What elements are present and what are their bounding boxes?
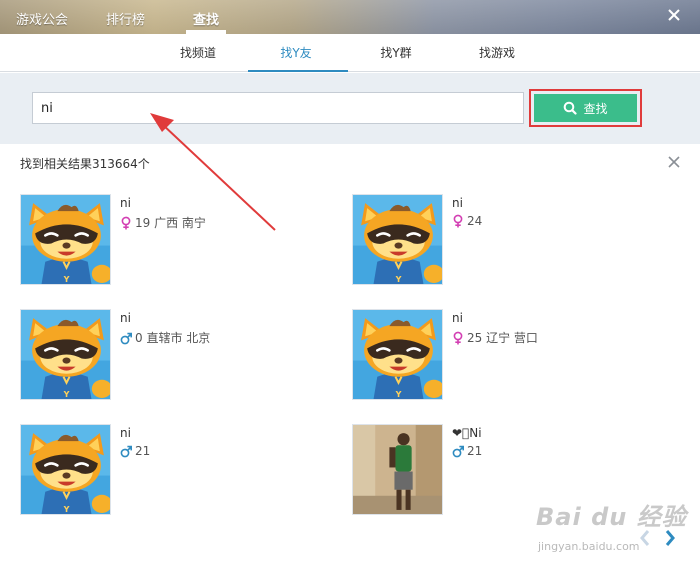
clear-results-icon[interactable]: [667, 155, 681, 169]
male-icon: [452, 444, 464, 458]
watermark-logo: Bai du 经验: [536, 503, 687, 531]
close-icon[interactable]: [666, 7, 682, 23]
user-name[interactable]: ni: [120, 311, 131, 325]
user-avatar[interactable]: [352, 309, 443, 400]
user-name[interactable]: ni: [452, 196, 463, 210]
user-info: 19 广西 南宁: [120, 214, 206, 231]
user-card[interactable]: ni 24: [352, 194, 652, 286]
user-info: 21: [120, 444, 150, 458]
user-card[interactable]: ni 19 广西 南宁: [20, 194, 320, 286]
user-name[interactable]: ni: [120, 426, 131, 440]
search-panel: 查找: [0, 73, 700, 144]
top-tab-guild[interactable]: 游戏公会: [16, 9, 68, 28]
tab-find-channel[interactable]: 找频道: [176, 44, 220, 61]
search-icon: [564, 101, 578, 115]
user-info: 0 直辖市 北京: [120, 329, 210, 346]
user-card[interactable]: ni 25 辽宁 营口: [352, 309, 652, 401]
tab-find-friend[interactable]: 找Y友: [276, 44, 316, 61]
female-icon: [452, 214, 464, 228]
user-photo[interactable]: [352, 424, 443, 515]
male-icon: [120, 331, 132, 345]
next-page-icon[interactable]: [662, 528, 678, 548]
user-details: 25 辽宁 营口: [467, 331, 538, 345]
user-details: 19 广西 南宁: [135, 216, 206, 230]
tab-find-game[interactable]: 找游戏: [475, 44, 519, 61]
user-name[interactable]: ❤ Ni: [452, 426, 482, 440]
user-details: 21: [467, 444, 483, 458]
top-tab-ranking[interactable]: 排行榜: [106, 9, 145, 28]
user-info: 24: [452, 214, 482, 228]
user-name[interactable]: ni: [452, 311, 463, 325]
title-bar: 游戏公会 排行榜 查找: [0, 0, 700, 34]
search-button-highlight: 查找: [529, 89, 642, 127]
search-button[interactable]: 查找: [534, 94, 637, 122]
sub-tab-bar: 找频道 找Y友 找Y群 找游戏: [0, 34, 700, 72]
user-avatar[interactable]: [352, 194, 443, 285]
result-count: 找到相关结果313664个: [20, 157, 150, 171]
user-avatar[interactable]: [20, 194, 111, 285]
sub-tab-active-indicator: [248, 70, 348, 72]
female-icon: [452, 331, 464, 345]
user-details: 0 直辖市 北京: [135, 331, 211, 345]
user-name[interactable]: ni: [120, 196, 131, 210]
user-card[interactable]: ni 21: [20, 424, 320, 516]
search-button-label: 查找: [583, 101, 608, 116]
user-details: 21: [135, 444, 151, 458]
user-details: 24: [467, 214, 483, 228]
user-avatar[interactable]: [20, 309, 111, 400]
top-tab-active-indicator: [186, 30, 226, 34]
search-input[interactable]: [32, 92, 524, 124]
user-info: 21: [452, 444, 482, 458]
female-icon: [120, 216, 132, 230]
male-icon: [120, 444, 132, 458]
user-card[interactable]: ni 0 直辖市 北京: [20, 309, 320, 401]
top-tab-search[interactable]: 查找: [193, 9, 219, 28]
user-info: 25 辽宁 营口: [452, 329, 538, 346]
user-avatar[interactable]: [20, 424, 111, 515]
watermark-url: jingyan.baidu.com: [538, 540, 640, 553]
tab-find-group[interactable]: 找Y群: [378, 44, 414, 61]
prev-page-icon[interactable]: [637, 528, 653, 548]
